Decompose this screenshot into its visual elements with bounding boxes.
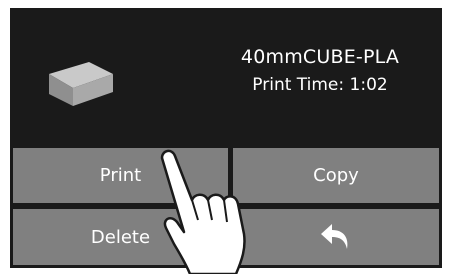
delete-button-label: Delete	[90, 226, 151, 248]
copy-button[interactable]: Copy	[233, 148, 439, 203]
print-time: Print Time: 1:02	[252, 75, 388, 95]
file-info: 40mmCUBE-PLA Print Time: 1:02	[210, 44, 430, 98]
back-arrow-icon	[321, 224, 348, 249]
model-thumbnail	[49, 62, 113, 106]
copy-button-label: Copy	[313, 165, 359, 186]
delete-button[interactable]: Delete	[13, 209, 228, 265]
printer-screen: 40mmCUBE-PLA Print Time: 1:02 Print Copy…	[10, 8, 442, 268]
print-button[interactable]: Print	[13, 148, 228, 203]
print-button-label: Print	[99, 165, 142, 186]
back-button[interactable]	[233, 209, 439, 265]
file-name: 40mmCUBE-PLA	[240, 46, 400, 68]
